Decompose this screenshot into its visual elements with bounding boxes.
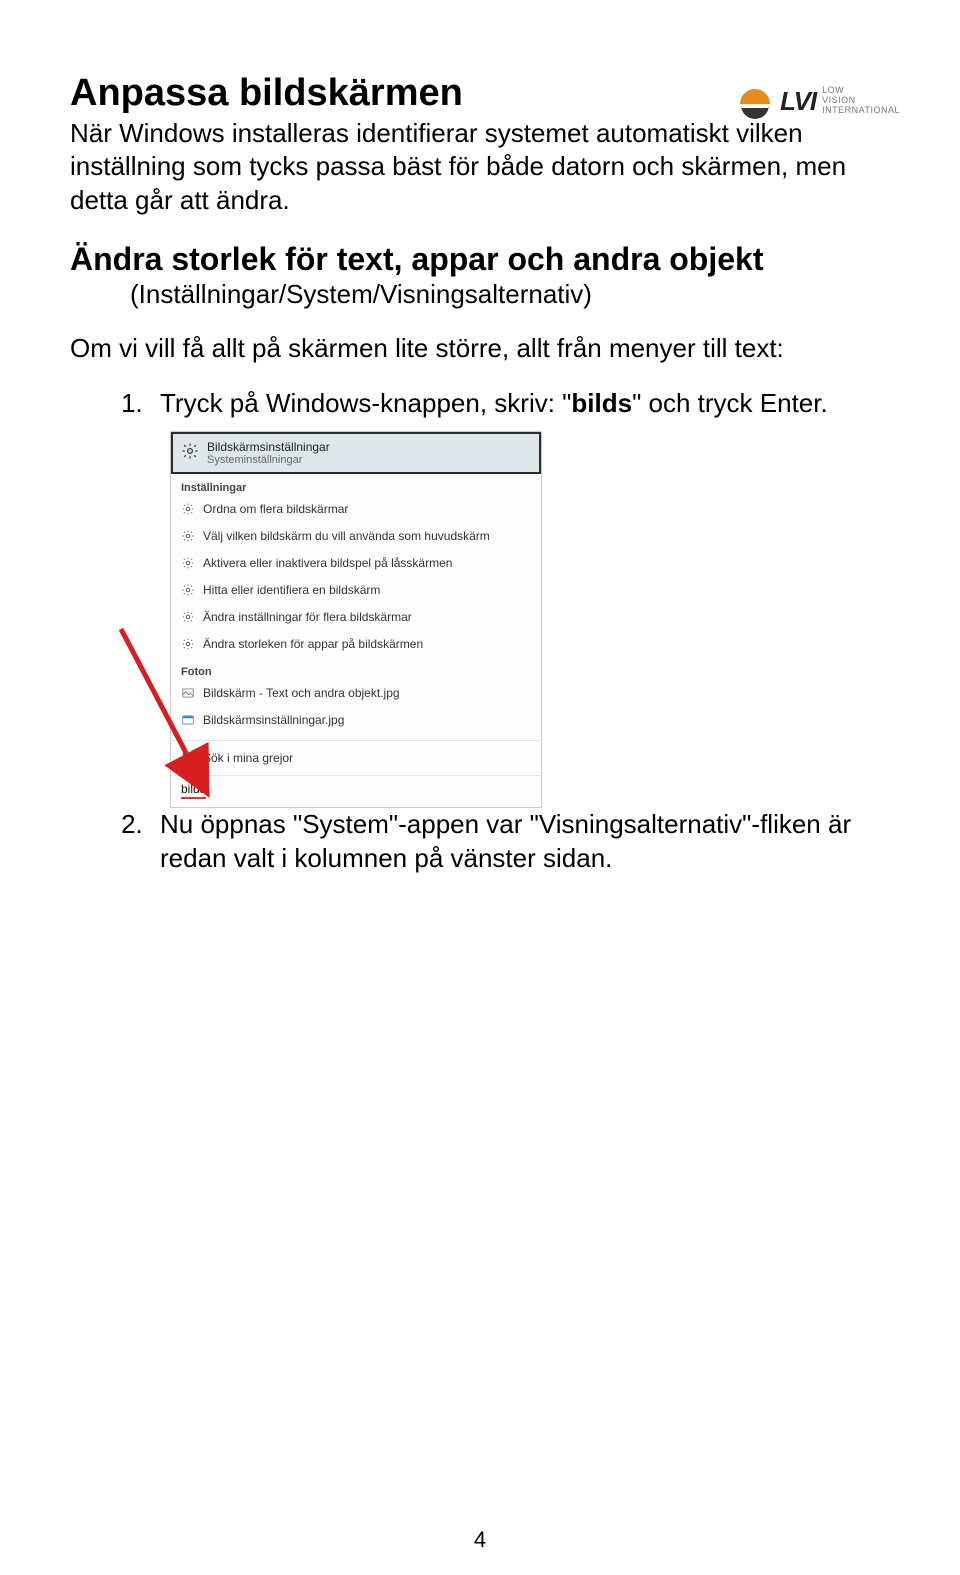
settings-item[interactable]: Ordna om flera bildskärmar	[171, 496, 541, 523]
step-2: Nu öppnas "System"-appen var "Visningsal…	[150, 808, 890, 876]
gear-icon	[181, 502, 195, 516]
settings-item[interactable]: Välj vilken bildskärm du vill använda so…	[171, 523, 541, 550]
settings-item[interactable]: Hitta eller identifiera en bildskärm	[171, 577, 541, 604]
gear-icon	[181, 583, 195, 597]
category-photos: Foton	[171, 658, 541, 680]
gear-icon	[181, 610, 195, 624]
search-query: bilds	[181, 782, 206, 799]
sun-icon	[736, 82, 774, 120]
gear-icon	[181, 637, 195, 651]
breadcrumb: (Inställningar/System/Visningsalternativ…	[130, 279, 890, 310]
step-1: Tryck på Windows-knappen, skriv: "bilds"…	[150, 387, 890, 421]
image-icon	[181, 713, 195, 727]
category-settings: Inställningar	[171, 474, 541, 496]
settings-item[interactable]: Aktivera eller inaktivera bildspel på lå…	[171, 550, 541, 577]
gear-icon	[181, 556, 195, 570]
brand-name: LVI	[780, 88, 816, 114]
lead-paragraph: Om vi vill få allt på skärmen lite störr…	[70, 332, 890, 365]
gear-icon	[181, 529, 195, 543]
best-match-item[interactable]: Bildskärmsinställningar Systeminställnin…	[171, 432, 541, 474]
photo-item[interactable]: Bildskärm - Text och andra objekt.jpg	[171, 680, 541, 707]
search-my-stuff-row[interactable]: Sök i mina grejor	[171, 740, 541, 775]
brand-logo: LVI LOW VISION INTERNATIONAL	[736, 82, 900, 120]
best-match-subtitle: Systeminställningar	[207, 454, 330, 466]
section-heading: Ändra storlek för text, appar och andra …	[70, 239, 890, 279]
brand-tagline: LOW VISION INTERNATIONAL	[822, 86, 900, 116]
best-match-title: Bildskärmsinställningar	[207, 440, 330, 454]
windows-icon	[181, 751, 195, 765]
search-input-area[interactable]: bilds	[171, 775, 541, 807]
gear-icon	[181, 442, 199, 460]
search-results-screenshot: Bildskärmsinställningar Systeminställnin…	[170, 431, 542, 808]
image-icon	[181, 686, 195, 700]
page-number: 4	[0, 1527, 960, 1553]
photo-item[interactable]: Bildskärmsinställningar.jpg	[171, 707, 541, 734]
settings-item[interactable]: Ändra inställningar för flera bildskärma…	[171, 604, 541, 631]
intro-paragraph: När Windows installeras identifierar sys…	[70, 117, 890, 217]
settings-item[interactable]: Ändra storleken för appar på bildskärmen	[171, 631, 541, 658]
